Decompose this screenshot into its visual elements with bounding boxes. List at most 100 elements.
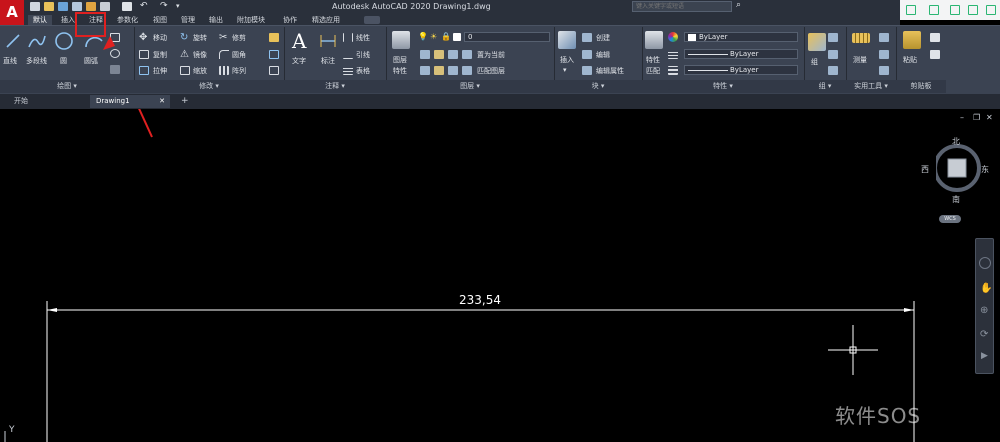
ungroup-icon[interactable] xyxy=(828,33,838,42)
copy-icon[interactable] xyxy=(139,50,149,59)
save-icon[interactable] xyxy=(58,2,68,11)
add-tab-icon[interactable]: + xyxy=(175,95,195,108)
leader-button-label[interactable]: 引线 xyxy=(356,50,370,60)
close-tab-icon[interactable]: ✕ xyxy=(159,95,165,108)
layer-tool-icon[interactable] xyxy=(420,50,430,59)
layer-properties-label-2[interactable]: 特性 xyxy=(393,66,407,76)
group-icon[interactable] xyxy=(808,33,826,51)
move-button-label[interactable]: 移动 xyxy=(153,33,167,43)
copy-button-label[interactable]: 复制 xyxy=(153,50,167,60)
viewcube-south[interactable]: 南 xyxy=(952,194,960,205)
linetype-dropdown[interactable]: ByLayer xyxy=(684,49,798,59)
dimension-button-label[interactable]: 标注 xyxy=(321,56,335,66)
stretch-icon[interactable] xyxy=(139,66,149,75)
autocad-logo[interactable]: A xyxy=(0,0,24,25)
array-button-label[interactable]: 阵列 xyxy=(232,66,246,76)
zoom-icon[interactable]: ⊕ xyxy=(980,305,988,316)
copy-clip-icon[interactable] xyxy=(930,33,940,42)
new-file-icon[interactable] xyxy=(30,2,40,11)
file-tab-drawing1[interactable]: Drawing1 ✕ xyxy=(90,95,170,108)
edit-button-label[interactable]: 编辑 xyxy=(596,50,610,60)
showmotion-icon[interactable]: ▶ xyxy=(981,351,988,361)
group-edit-icon[interactable] xyxy=(828,50,838,59)
scale-button-label[interactable]: 缩放 xyxy=(193,66,207,76)
create-button-label[interactable]: 创建 xyxy=(596,33,610,43)
groups-panel-footer[interactable]: 组 ▾ xyxy=(804,80,846,93)
edit-attributes-button-label[interactable]: 编辑属性 xyxy=(596,66,624,76)
layer-tool-icon[interactable] xyxy=(420,66,430,75)
lightbulb-icon[interactable]: 💡 xyxy=(418,32,428,41)
match-properties-icon[interactable] xyxy=(645,31,663,49)
cut-icon[interactable] xyxy=(930,50,940,59)
arc-button-label[interactable]: 圆弧 xyxy=(84,56,98,66)
open-file-icon[interactable] xyxy=(44,2,54,11)
linear-dim-icon[interactable] xyxy=(343,33,353,42)
viewport-close-icon[interactable]: ✕ xyxy=(986,113,993,122)
insert-block-icon[interactable] xyxy=(558,31,576,49)
dimension-icon[interactable] xyxy=(319,32,337,50)
lineweight-icon[interactable] xyxy=(668,66,678,75)
text-button-label[interactable]: 文字 xyxy=(292,56,306,66)
share-icon[interactable] xyxy=(100,2,110,11)
calculator-icon[interactable] xyxy=(879,50,889,59)
draw-panel-footer[interactable]: 绘图 ▾ xyxy=(0,80,134,93)
tab-manage[interactable]: 管理 xyxy=(181,15,195,25)
search-input[interactable] xyxy=(632,1,732,12)
steering-wheel-icon[interactable] xyxy=(979,257,991,269)
wcs-menu-button[interactable]: WCS xyxy=(939,215,961,223)
mirror-icon[interactable]: ⚠ xyxy=(180,50,190,60)
save-as-icon[interactable] xyxy=(72,2,82,11)
restore-icon[interactable] xyxy=(929,5,939,15)
tab-output[interactable]: 输出 xyxy=(209,15,223,25)
edit-block-icon[interactable] xyxy=(582,50,592,59)
tab-addins[interactable]: 附加模块 xyxy=(237,15,265,25)
edit-attributes-icon[interactable] xyxy=(582,66,592,75)
annotation-panel-footer[interactable]: 注释 ▾ xyxy=(284,80,386,93)
clipboard-panel-footer[interactable]: 剪贴板 xyxy=(896,80,946,93)
lineweight-dropdown[interactable]: ByLayer xyxy=(684,65,798,75)
array-icon[interactable] xyxy=(219,66,229,75)
color-dropdown[interactable]: ByLayer xyxy=(684,32,798,42)
match-properties-label-2[interactable]: 匹配 xyxy=(646,66,660,76)
layer-properties-icon[interactable] xyxy=(392,31,410,49)
set-current-button-label[interactable]: 置为当前 xyxy=(477,50,505,60)
offset-icon[interactable] xyxy=(269,66,279,75)
layer-tool-icon[interactable] xyxy=(434,66,444,75)
group-select-icon[interactable] xyxy=(828,66,838,75)
paste-icon[interactable] xyxy=(903,31,921,49)
erase-icon[interactable] xyxy=(269,33,279,42)
group-button-label[interactable]: 组 xyxy=(811,57,818,67)
explode-icon[interactable] xyxy=(269,50,279,59)
block-panel-footer[interactable]: 块 ▾ xyxy=(554,80,642,93)
fillet-icon[interactable] xyxy=(219,50,229,59)
dimension-value[interactable]: 233,54 xyxy=(459,293,501,307)
open-web-icon[interactable] xyxy=(86,2,96,11)
layer-color-swatch[interactable] xyxy=(453,33,461,41)
tab-collaborate[interactable]: 协作 xyxy=(283,15,297,25)
tab-featured-apps[interactable]: 精选应用 xyxy=(312,15,340,25)
match-layer-icon[interactable] xyxy=(462,66,472,75)
layer-dropdown[interactable]: 0 xyxy=(464,32,550,42)
lock-icon[interactable]: 🔒 xyxy=(441,32,451,41)
layer-tool-icon[interactable] xyxy=(448,50,458,59)
circle-icon[interactable] xyxy=(54,31,74,51)
print-icon[interactable] xyxy=(122,2,132,11)
minimize-icon[interactable] xyxy=(906,5,916,15)
linear-button-label[interactable]: 线性 xyxy=(356,33,370,43)
quick-select-icon[interactable] xyxy=(879,33,889,42)
quick-access-dropdown-icon[interactable]: ▾ xyxy=(176,2,180,10)
scale-icon[interactable] xyxy=(180,66,190,75)
viewcube-west[interactable]: 西 xyxy=(921,164,929,175)
layer-properties-label-1[interactable]: 图层 xyxy=(393,55,407,65)
layer-tool-icon[interactable] xyxy=(448,66,458,75)
trim-button-label[interactable]: 修剪 xyxy=(232,33,246,43)
viewport-restore-icon[interactable]: ❐ xyxy=(973,113,980,122)
id-point-icon[interactable] xyxy=(879,66,889,75)
viewcube-north[interactable]: 北 xyxy=(952,136,960,147)
move-icon[interactable]: ✥ xyxy=(139,33,149,43)
line-button-label[interactable]: 直线 xyxy=(3,56,17,66)
close-icon[interactable] xyxy=(986,5,996,15)
modify-panel-footer[interactable]: 修改 ▾ xyxy=(134,80,284,93)
color-wheel-icon[interactable] xyxy=(668,32,678,42)
mirror-button-label[interactable]: 镜像 xyxy=(193,50,207,60)
